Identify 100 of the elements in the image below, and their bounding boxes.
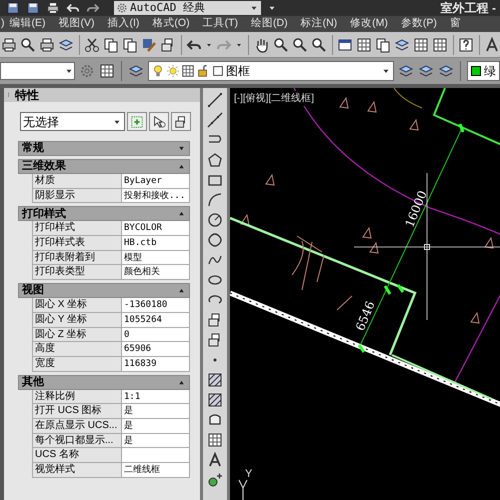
menu-item[interactable]: 窗 — [450, 16, 461, 32]
grid-icon[interactable] — [432, 36, 448, 52]
section-header[interactable]: 打印样式 — [18, 206, 190, 222]
quick-select-button[interactable] — [171, 112, 191, 131]
square-icon — [210, 64, 225, 78]
menu-item[interactable]: 视图(V) — [58, 16, 94, 32]
menu-item[interactable]: 标注(N) — [300, 16, 338, 32]
section-header[interactable]: 其他 — [18, 374, 190, 390]
pages-icon[interactable] — [122, 36, 138, 52]
arc-icon[interactable] — [207, 192, 223, 208]
menu-item[interactable]: 插入(I) — [108, 16, 140, 32]
quick-select-icon — [174, 114, 188, 128]
property-label: UCS 名称 — [32, 448, 122, 462]
layers-icon[interactable] — [398, 63, 414, 79]
section-header[interactable]: 视图 — [18, 283, 190, 298]
toggle-pickadd-button[interactable] — [127, 112, 147, 131]
magnifier-icon[interactable] — [20, 36, 36, 52]
circle-icon[interactable] — [207, 212, 223, 228]
property-value[interactable]: 是 — [122, 404, 189, 418]
layers-icon[interactable] — [58, 36, 74, 52]
line-icon[interactable] — [207, 92, 223, 108]
layers-icon[interactable] — [128, 63, 144, 79]
property-value[interactable]: BYCOLOR — [122, 221, 189, 236]
hand-icon[interactable] — [254, 36, 270, 52]
table-icon[interactable] — [207, 432, 223, 448]
magnifier-icon[interactable] — [292, 36, 308, 52]
property-label: 打开 UCS 图标 — [32, 404, 122, 418]
grid-icon[interactable] — [412, 36, 429, 52]
lock-icon — [196, 64, 210, 78]
gradient-icon[interactable] — [207, 392, 223, 408]
property-label: 在原点显示 UCS... — [32, 418, 122, 433]
menu-item[interactable]: 编辑(E) — [10, 16, 46, 32]
cursor-icon — [152, 114, 166, 128]
color-dropdown[interactable]: 绿 — [466, 61, 500, 81]
property-value[interactable]: 是 — [122, 434, 189, 448]
magnifier-icon[interactable] — [272, 36, 289, 52]
hatch-icon[interactable] — [207, 372, 223, 388]
selection-dropdown[interactable]: 无选择 — [20, 112, 125, 131]
ucs-axis-label: Y — [245, 467, 252, 482]
menu-item[interactable]: 绘图(D) — [251, 16, 288, 32]
grid-icon[interactable] — [356, 36, 372, 52]
property-label: 圆心 X 坐标 — [32, 298, 122, 312]
construction-line-icon[interactable] — [207, 112, 223, 128]
property-value[interactable]: 是 — [122, 418, 189, 433]
property-value[interactable]: ByLayer — [122, 174, 189, 188]
dimension-text: 6546 — [352, 298, 378, 334]
printer-icon[interactable] — [1, 36, 17, 52]
section-header[interactable]: 常规 — [18, 141, 190, 156]
layers-icon[interactable] — [438, 63, 454, 79]
property-label: 材质 — [32, 174, 122, 188]
property-value[interactable]: 模型 — [122, 250, 189, 264]
property-label: 阴影显示 — [32, 188, 122, 202]
property-label: 圆心 Z 坐标 — [32, 328, 122, 342]
brush-icon[interactable] — [141, 36, 158, 52]
undo-icon[interactable] — [66, 1, 80, 15]
property-value[interactable]: 65906 — [122, 342, 189, 356]
printer-icon[interactable] — [46, 1, 60, 15]
property-value[interactable]: 颜色相关 — [122, 265, 189, 280]
add-selected-icon[interactable] — [207, 472, 223, 488]
property-value[interactable]: 0 — [122, 328, 189, 342]
section-header[interactable]: 三维效果 — [18, 159, 190, 174]
window-icon[interactable] — [336, 36, 353, 52]
magnifier-icon[interactable] — [310, 36, 327, 52]
property-value[interactable]: 1055264 — [122, 312, 189, 326]
cursor-button[interactable] — [149, 112, 169, 131]
polygon-icon[interactable] — [207, 152, 223, 168]
property-value[interactable]: 1:1 — [122, 390, 189, 404]
help-icon[interactable] — [458, 36, 474, 52]
gear-icon — [116, 2, 128, 14]
layer-dropdown[interactable]: 图框 — [148, 61, 394, 81]
menu-item[interactable]: 参数(P) — [400, 16, 437, 32]
menu-item[interactable]: 格式(O) — [152, 16, 190, 32]
pages-icon[interactable] — [374, 36, 391, 52]
save-icon[interactable] — [26, 1, 40, 15]
text-icon[interactable] — [207, 452, 223, 468]
property-label: 打印样式 — [32, 221, 122, 236]
revision-cloud-icon[interactable] — [207, 232, 223, 248]
grid-icon[interactable] — [98, 63, 115, 79]
redo-icon[interactable] — [86, 1, 100, 15]
save-icon[interactable] — [6, 1, 20, 15]
text-style-icon[interactable] — [484, 36, 500, 52]
property-value[interactable]: 投射和接收... — [122, 188, 189, 202]
menu-item[interactable]: ) — [1, 16, 4, 32]
pages-icon[interactable] — [103, 36, 120, 52]
layers-icon[interactable] — [394, 36, 410, 52]
grid-icon — [180, 64, 195, 78]
property-value[interactable]: -1360180 — [122, 298, 189, 312]
toggle-pickadd-icon — [130, 114, 144, 128]
scissors-icon[interactable] — [84, 36, 100, 52]
workspace-dropdown[interactable]: AutoCAD 经典 — [114, 1, 261, 15]
viewport-label[interactable]: [-][俯视][二维线框] — [234, 91, 314, 106]
menu-item[interactable]: 工具(T) — [202, 16, 238, 32]
property-value[interactable]: HB.ctb — [122, 236, 189, 250]
property-label: 高度 — [32, 342, 122, 356]
property-value[interactable]: 116839 — [122, 356, 189, 371]
printer-icon[interactable] — [39, 36, 55, 52]
property-value[interactable]: 二维线框 — [122, 463, 189, 477]
style-dropdown[interactable] — [0, 62, 75, 80]
layers-icon[interactable] — [418, 63, 434, 79]
menu-item[interactable]: 修改(M) — [350, 16, 388, 32]
